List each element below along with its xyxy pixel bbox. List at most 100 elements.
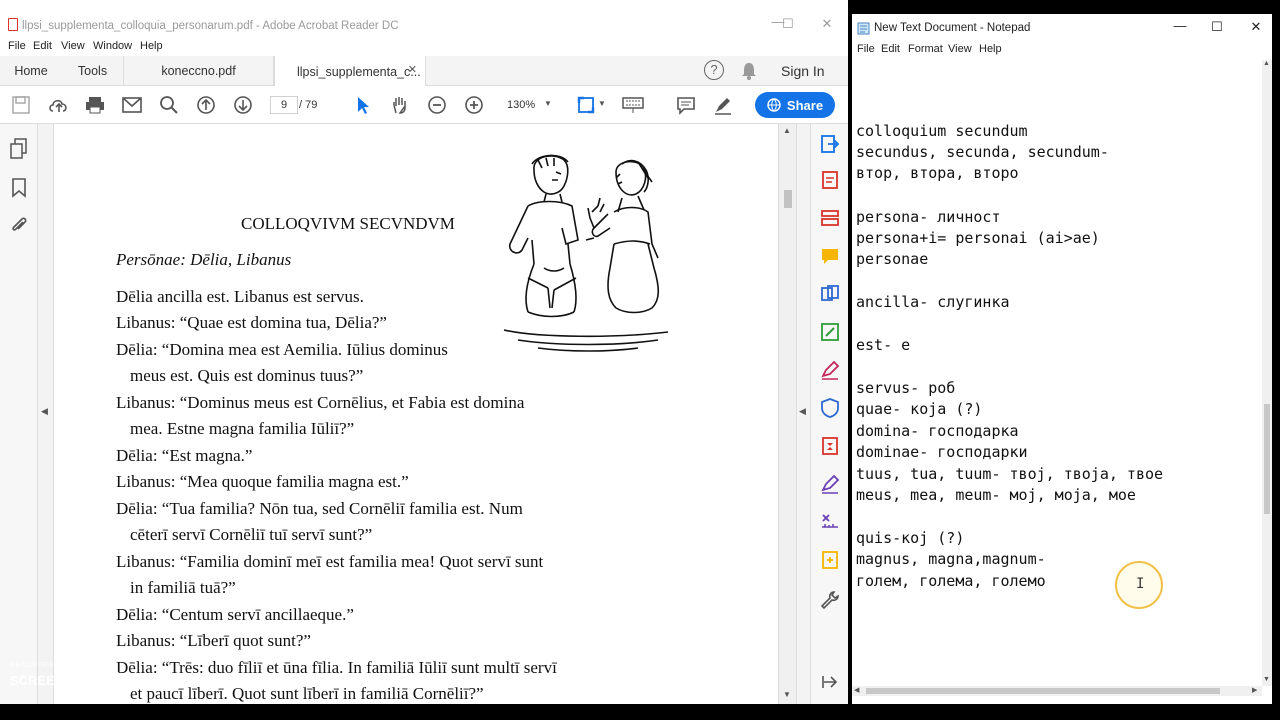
upload-cloud-icon[interactable]: [48, 95, 70, 115]
email-icon[interactable]: [122, 96, 142, 114]
notepad-scroll-up-icon[interactable]: ▲: [1263, 60, 1270, 67]
zoom-out-icon[interactable]: [427, 95, 447, 115]
zoom-dropdown-icon[interactable]: ▼: [544, 99, 552, 108]
comment-tool-icon[interactable]: [820, 246, 840, 266]
hand-tool-icon[interactable]: [390, 95, 410, 115]
left-panel-collapse[interactable]: ◀: [38, 124, 54, 704]
export-pdf-icon[interactable]: [820, 134, 840, 154]
notepad-text-area[interactable]: colloquium secundum secundus, secunda, s…: [852, 60, 1262, 686]
text-line: et paucī līberī. Quot sunt līberī in fam…: [130, 684, 484, 703]
notepad-line: ancilla- слугинка: [856, 293, 1010, 311]
sign-in-link[interactable]: Sign In: [781, 63, 825, 79]
notepad-menu-view[interactable]: View: [948, 43, 972, 55]
menu-file[interactable]: File: [8, 40, 26, 52]
tab-tools[interactable]: Tools: [62, 56, 124, 86]
text-line: Libanus: “Quae est domina tua, Dēlia?”: [116, 313, 387, 332]
text-line: Libanus: “Dominus meus est Cornēlius, et…: [116, 393, 525, 412]
notepad-line: tuus, tua, tuum- твој, твоја, твое: [856, 465, 1164, 483]
menu-help[interactable]: Help: [140, 40, 163, 52]
notepad-line: secundus, secunda, secundum-: [856, 143, 1109, 161]
notepad-scroll-left-icon[interactable]: ◀: [854, 686, 859, 694]
menu-window[interactable]: Window: [93, 40, 132, 52]
fill-sign-icon[interactable]: [820, 360, 840, 380]
notepad-close-icon[interactable]: ✕: [1246, 19, 1266, 35]
notepad-menu-help[interactable]: Help: [979, 43, 1002, 55]
mouse-cursor-highlight: I: [1115, 561, 1163, 609]
expand-left-icon[interactable]: ◀: [41, 406, 48, 417]
scroll-down-icon[interactable]: ▼: [783, 690, 791, 699]
notepad-scroll-down-icon[interactable]: ▼: [1263, 676, 1270, 683]
search-icon[interactable]: [159, 95, 179, 115]
tab-document-koneccno[interactable]: koneccno.pdf: [124, 56, 274, 86]
select-cursor-icon[interactable]: [354, 95, 372, 115]
organize-pages-icon[interactable]: [820, 208, 840, 228]
collapse-tools-pane-icon[interactable]: [820, 672, 840, 692]
fit-dropdown-icon[interactable]: ▼: [598, 99, 606, 108]
notepad-maximize-icon[interactable]: ☐: [1207, 19, 1227, 35]
notepad-menu-edit[interactable]: Edit: [881, 43, 900, 55]
notepad-vertical-scrollbar[interactable]: ▲ ▼: [1262, 60, 1272, 686]
notepad-line: personae: [856, 250, 929, 268]
save-icon[interactable]: [11, 95, 31, 115]
notepad-window-title: New Text Document - Notepad: [874, 22, 1031, 34]
page-number-input[interactable]: 9: [270, 96, 298, 114]
tab-document-label: llpsi_supplementa_c...: [297, 64, 421, 79]
bookmark-icon[interactable]: [11, 178, 27, 198]
keyboard-icon[interactable]: [622, 95, 644, 115]
tab-document-llpsi[interactable]: llpsi_supplementa_c... ✕: [274, 56, 426, 87]
more-tools-wrench-icon[interactable]: [820, 590, 840, 610]
request-signatures-icon[interactable]: [820, 474, 840, 494]
zoom-in-icon[interactable]: [464, 95, 484, 115]
right-tools-pane: [810, 124, 848, 704]
notepad-scroll-thumb[interactable]: [1264, 404, 1270, 514]
share-button[interactable]: Share: [755, 92, 835, 118]
menu-view[interactable]: View: [61, 40, 85, 52]
highlight-pen-icon[interactable]: [713, 95, 733, 115]
notepad-menu-format[interactable]: Format: [908, 43, 943, 55]
notepad-hscroll-thumb[interactable]: [866, 688, 1220, 694]
notification-bell-icon[interactable]: [740, 61, 758, 81]
previous-page-icon[interactable]: [196, 95, 216, 115]
help-icon[interactable]: ?: [704, 60, 724, 80]
notepad-menu-file[interactable]: File: [857, 43, 875, 55]
measure-tool-icon[interactable]: [820, 512, 840, 532]
notepad-titlebar: New Text Document - Notepad — ☐ ✕: [852, 14, 1272, 42]
notepad-line: magnus, magna,magnum-: [856, 550, 1046, 568]
notepad-window: New Text Document - Notepad — ☐ ✕ File E…: [852, 14, 1272, 704]
tab-home[interactable]: Home: [0, 56, 62, 86]
pdf-vertical-scrollbar[interactable]: ▲ ▼: [778, 124, 796, 704]
page-total: / 79: [299, 99, 318, 111]
compress-pdf-icon[interactable]: [820, 436, 840, 456]
collapse-right-icon[interactable]: ◀: [799, 406, 806, 417]
acrobat-body: ◀ COLLOQVIVM SECVNDVM Persōnae: Dēlia, L…: [0, 124, 848, 704]
fit-page-icon[interactable]: [576, 95, 596, 115]
acrobat-toolbar: 9 / 79 130% ▼ ▼ Share: [0, 86, 848, 124]
edit-pdf-icon[interactable]: [820, 322, 840, 342]
send-for-review-icon[interactable]: [820, 550, 840, 570]
zoom-level-select[interactable]: 130%: [507, 96, 535, 114]
attachment-paperclip-icon[interactable]: [10, 216, 28, 236]
next-page-icon[interactable]: [233, 95, 253, 115]
right-panel-collapse[interactable]: ◀: [796, 124, 810, 704]
screencast-logo-icon: [101, 670, 122, 690]
close-icon[interactable]: ✕: [817, 16, 837, 32]
create-pdf-icon[interactable]: [820, 170, 840, 190]
protect-shield-icon[interactable]: [820, 398, 840, 418]
scroll-up-icon[interactable]: ▲: [783, 126, 791, 135]
notepad-scroll-right-icon[interactable]: ▶: [1252, 686, 1257, 694]
combine-files-icon[interactable]: [820, 284, 840, 304]
share-label: Share: [786, 97, 824, 113]
scroll-thumb[interactable]: [784, 190, 792, 208]
page-thumbnails-icon[interactable]: [10, 138, 28, 160]
notepad-horizontal-scrollbar[interactable]: ◀ ▶: [852, 686, 1262, 696]
tab-close-icon[interactable]: ✕: [408, 63, 417, 76]
comment-icon[interactable]: [676, 95, 696, 115]
maximize-icon[interactable]: ☐: [778, 16, 798, 32]
notepad-line: colloquium secundum: [856, 122, 1028, 140]
text-cursor-icon: I: [1136, 576, 1145, 592]
acrobat-window: llpsi_supplementa_colloquia_personarum.p…: [0, 0, 848, 704]
text-line: meus est. Quis est dominus tuus?”: [130, 366, 364, 385]
notepad-minimize-icon[interactable]: —: [1170, 18, 1190, 33]
menu-edit[interactable]: Edit: [33, 40, 52, 52]
print-icon[interactable]: [85, 95, 105, 115]
